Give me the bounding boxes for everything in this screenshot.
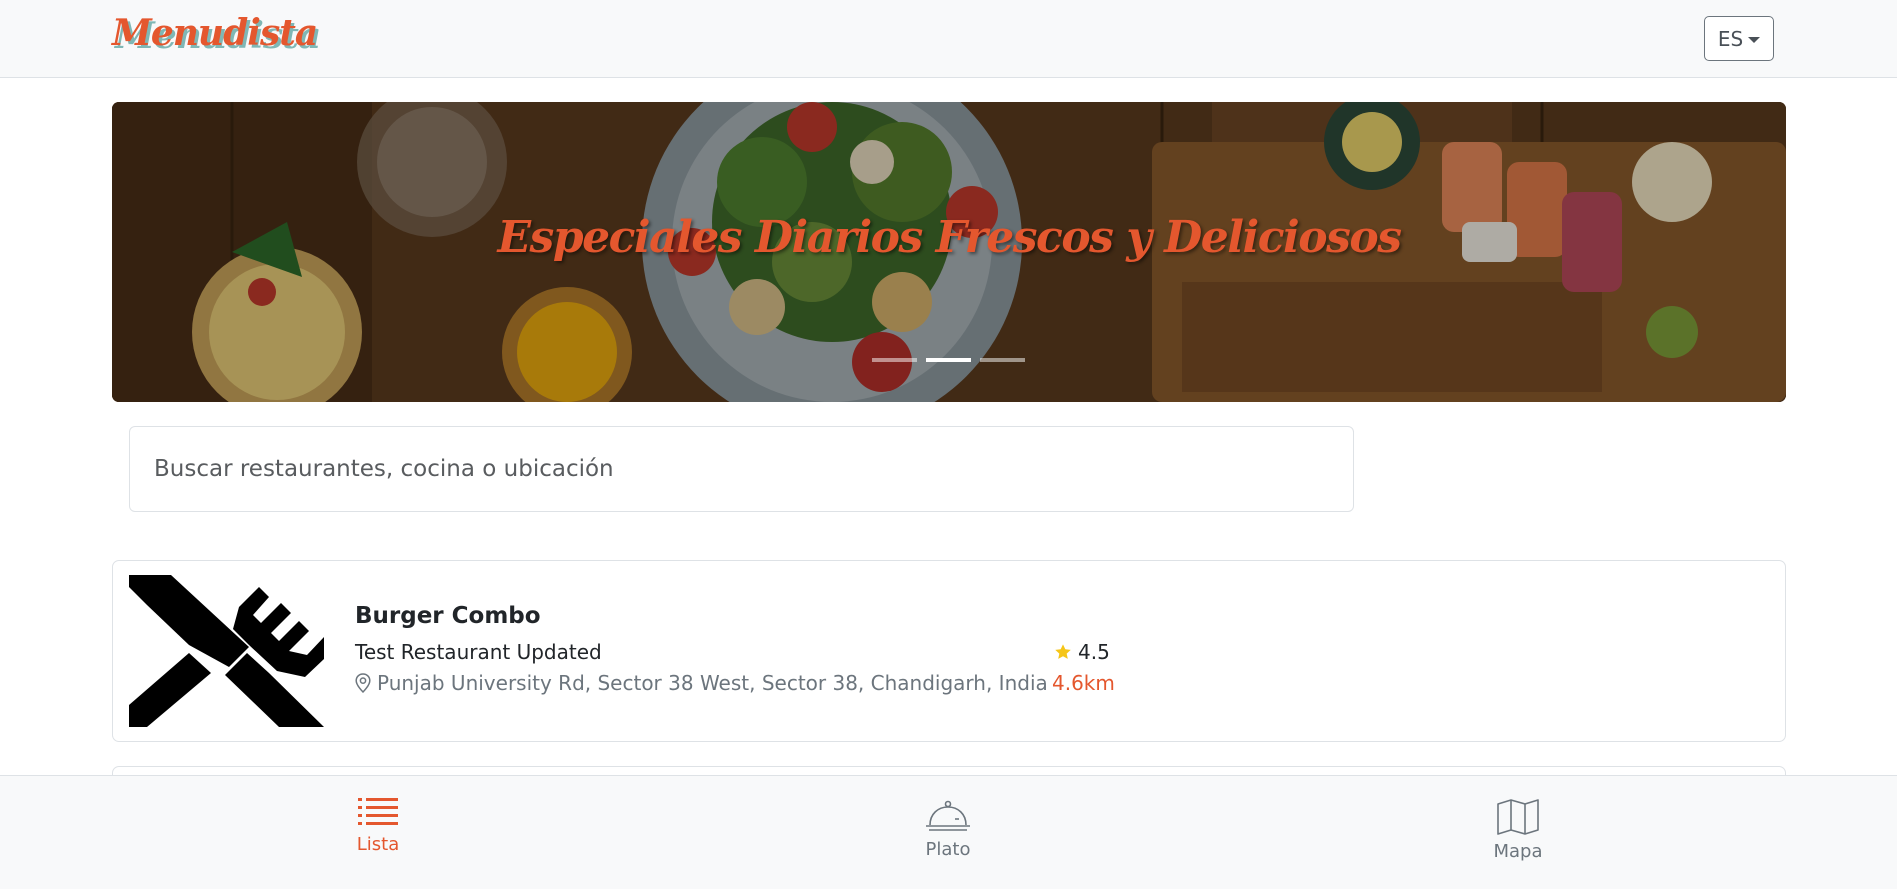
fork-knife-icon — [129, 575, 324, 727]
dish-name: Burger Combo — [355, 603, 541, 629]
caret-down-icon — [1748, 36, 1761, 43]
carousel-indicator-1[interactable] — [872, 358, 917, 362]
rating-value: 4.5 — [1078, 640, 1110, 664]
carousel-indicator-3[interactable] — [980, 358, 1025, 362]
restaurant-name: Test Restaurant Updated — [355, 640, 602, 664]
restaurant-card[interactable]: Burger Combo Test Restaurant Updated 4.5… — [112, 560, 1786, 742]
nav-label-lista: Lista — [356, 834, 400, 855]
carousel-indicator-2[interactable] — [926, 358, 971, 362]
restaurant-thumbnail — [129, 575, 324, 727]
nav-label-plato: Plato — [925, 839, 971, 860]
star-icon — [1055, 644, 1071, 659]
hero-title: Especiales Diarios Frescos y Deliciosos — [497, 212, 1402, 263]
nav-item-lista[interactable]: Lista — [298, 776, 458, 855]
nav-item-plato[interactable]: Plato — [868, 776, 1028, 860]
language-dropdown[interactable]: ES — [1704, 16, 1774, 61]
distance: 4.6km — [1052, 671, 1115, 695]
restaurant-address: Punjab University Rd, Sector 38 West, Se… — [355, 671, 1048, 695]
nav-item-mapa[interactable]: Mapa — [1438, 776, 1598, 862]
top-navbar: Menudista ES — [0, 0, 1897, 78]
map-icon — [1497, 799, 1539, 835]
location-pin-icon — [355, 673, 371, 693]
rating: 4.5 — [1054, 640, 1110, 664]
list-icon — [358, 798, 398, 825]
language-label: ES — [1717, 26, 1744, 51]
nav-label-mapa: Mapa — [1493, 841, 1543, 862]
carousel-indicators — [872, 358, 1025, 362]
address-text: Punjab University Rd, Sector 38 West, Se… — [377, 671, 1048, 695]
search-input[interactable] — [129, 426, 1354, 512]
hero-carousel[interactable]: Especiales Diarios Frescos y Deliciosos — [112, 102, 1786, 402]
cloche-icon — [926, 800, 970, 831]
bottom-navigation: Lista Plato Mapa — [0, 775, 1897, 889]
brand-logo[interactable]: Menudista — [112, 12, 318, 54]
